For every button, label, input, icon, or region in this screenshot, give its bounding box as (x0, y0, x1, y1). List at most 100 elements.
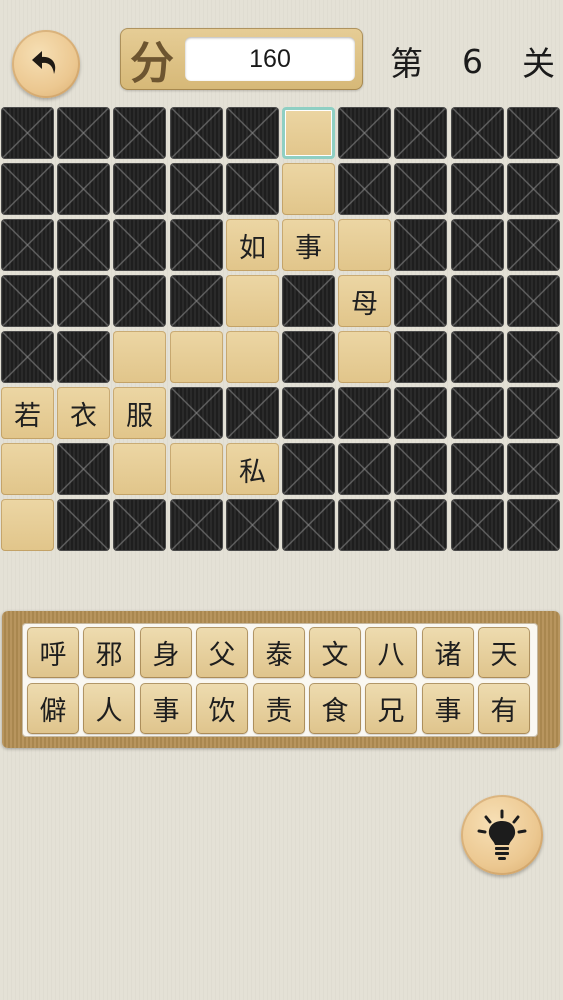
board-cell-blocked (113, 107, 166, 159)
board-cell-blocked (282, 331, 335, 383)
board-cell-blocked (394, 387, 447, 439)
board-cell-blocked (113, 499, 166, 551)
board-cell-blocked (57, 275, 110, 327)
character-tile[interactable]: 饮 (196, 683, 248, 734)
board-cell-blocked (113, 219, 166, 271)
board-cell-blocked (170, 275, 223, 327)
score-value: 160 (185, 37, 355, 81)
character-tile[interactable]: 呼 (27, 627, 79, 678)
board-cell-blocked (57, 443, 110, 495)
board-cell-blocked (507, 499, 560, 551)
board-cell-filled[interactable]: 事 (282, 219, 335, 271)
board-cell-blocked (338, 499, 391, 551)
character-tile[interactable]: 泰 (253, 627, 305, 678)
board-cell-blocked (282, 499, 335, 551)
character-tile[interactable]: 僻 (27, 683, 79, 734)
board-cell-blocked (394, 163, 447, 215)
character-tile[interactable]: 有 (478, 683, 530, 734)
board-cell-blocked (507, 107, 560, 159)
board-cell-blocked (394, 331, 447, 383)
board-cell-blocked (338, 107, 391, 159)
character-tile[interactable]: 事 (422, 683, 474, 734)
board-cell-empty[interactable] (170, 331, 223, 383)
board-cell-blocked (57, 219, 110, 271)
board-cell-blocked (1, 163, 54, 215)
board-cell-blocked (451, 387, 504, 439)
board-cell-empty[interactable] (338, 331, 391, 383)
board-cell-filled[interactable]: 服 (113, 387, 166, 439)
board-cell-blocked (170, 163, 223, 215)
board-cell-filled[interactable]: 衣 (57, 387, 110, 439)
board-cell-blocked (394, 107, 447, 159)
board-cell-blocked (507, 275, 560, 327)
board-cell-blocked (1, 219, 54, 271)
board-cell-filled[interactable]: 如 (226, 219, 279, 271)
character-tray-inner: 呼邪身父泰文八诸天僻人事饮责食兄事有 (22, 623, 538, 737)
board-cell-blocked (226, 107, 279, 159)
character-tile[interactable]: 八 (365, 627, 417, 678)
board-cell-blocked (394, 499, 447, 551)
board-cell-blocked (394, 219, 447, 271)
level-indicator: 第 6 关 (390, 38, 555, 84)
board-cell-empty[interactable] (282, 107, 335, 159)
level-suffix: 关 (522, 44, 555, 83)
character-tile[interactable]: 事 (140, 683, 192, 734)
board-cell-filled[interactable]: 若 (1, 387, 54, 439)
board-cell-blocked (282, 443, 335, 495)
board-cell-blocked (338, 387, 391, 439)
level-prefix: 第 (390, 44, 423, 83)
board-cell-empty[interactable] (226, 331, 279, 383)
board-cell-blocked (57, 499, 110, 551)
board-cell-blocked (394, 275, 447, 327)
level-number: 6 (462, 41, 483, 81)
board-cell-empty[interactable] (1, 443, 54, 495)
board-cell-blocked (451, 499, 504, 551)
character-tile[interactable]: 天 (478, 627, 530, 678)
board-cell-blocked (170, 107, 223, 159)
board-cell-blocked (1, 107, 54, 159)
board-cell-blocked (113, 275, 166, 327)
character-tile[interactable]: 人 (83, 683, 135, 734)
board-cell-blocked (226, 387, 279, 439)
board-cell-blocked (451, 107, 504, 159)
character-tile[interactable]: 食 (309, 683, 361, 734)
board-cell-blocked (226, 499, 279, 551)
score-icon: 分 (130, 38, 174, 89)
board-cell-blocked (338, 163, 391, 215)
character-tile[interactable]: 兄 (365, 683, 417, 734)
character-tile[interactable]: 身 (140, 627, 192, 678)
board-cell-blocked (507, 219, 560, 271)
board-cell-blocked (507, 163, 560, 215)
board-cell-empty[interactable] (282, 163, 335, 215)
board-cell-blocked (282, 275, 335, 327)
board-cell-blocked (451, 331, 504, 383)
score-panel: 分 160 (120, 28, 363, 90)
character-tile[interactable]: 文 (309, 627, 361, 678)
board-cell-blocked (451, 275, 504, 327)
board-cell-blocked (170, 219, 223, 271)
character-tile[interactable]: 责 (253, 683, 305, 734)
hint-button[interactable] (461, 795, 543, 875)
board-cell-filled[interactable]: 母 (338, 275, 391, 327)
board-cell-blocked (282, 387, 335, 439)
board-cell-blocked (451, 443, 504, 495)
board-cell-blocked (1, 331, 54, 383)
board-cell-blocked (170, 499, 223, 551)
board-cell-blocked (451, 219, 504, 271)
board-cell-empty[interactable] (113, 443, 166, 495)
board-cell-empty[interactable] (226, 275, 279, 327)
board-cell-blocked (451, 163, 504, 215)
board-cell-blocked (57, 107, 110, 159)
board-cell-blocked (170, 387, 223, 439)
character-tile[interactable]: 父 (196, 627, 248, 678)
board-cell-empty[interactable] (338, 219, 391, 271)
board-cell-blocked (113, 163, 166, 215)
board-cell-empty[interactable] (170, 443, 223, 495)
board-cell-empty[interactable] (1, 499, 54, 551)
board-cell-empty[interactable] (113, 331, 166, 383)
undo-button[interactable] (12, 30, 80, 98)
character-tile[interactable]: 诸 (422, 627, 474, 678)
board-cell-blocked (394, 443, 447, 495)
character-tile[interactable]: 邪 (83, 627, 135, 678)
board-cell-filled[interactable]: 私 (226, 443, 279, 495)
